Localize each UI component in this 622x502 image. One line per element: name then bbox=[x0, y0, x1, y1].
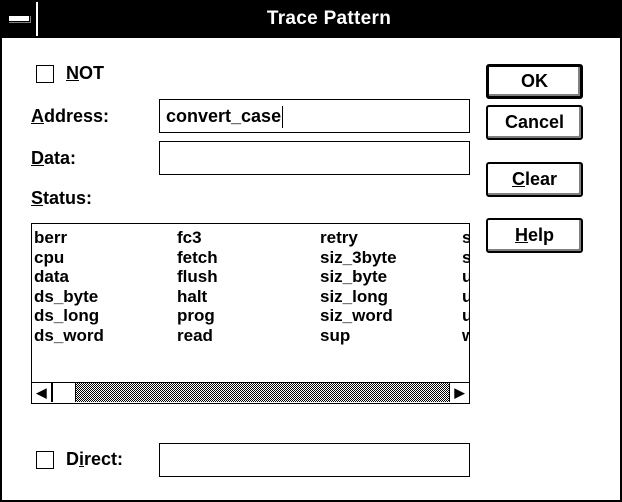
scroll-left-arrow-icon[interactable]: ◀ bbox=[32, 383, 52, 402]
list-item[interactable]: prog bbox=[177, 306, 218, 326]
list-item[interactable]: data bbox=[34, 267, 104, 287]
direct-label: Direct: bbox=[66, 449, 124, 469]
list-item[interactable]: u bbox=[462, 267, 469, 287]
list-item[interactable]: berr bbox=[34, 228, 104, 248]
not-checkbox[interactable] bbox=[36, 65, 54, 83]
list-item[interactable]: ds_word bbox=[34, 326, 104, 346]
list-item[interactable]: fc3 bbox=[177, 228, 218, 248]
data-input[interactable] bbox=[159, 141, 470, 175]
list-item[interactable]: cpu bbox=[34, 248, 104, 268]
list-item[interactable]: w bbox=[462, 326, 469, 346]
list-item[interactable]: sup bbox=[320, 326, 397, 346]
address-input[interactable]: convert_case bbox=[159, 99, 470, 133]
list-item[interactable]: fetch bbox=[177, 248, 218, 268]
list-item[interactable]: read bbox=[177, 326, 218, 346]
horizontal-scrollbar[interactable]: ◀ ▶ bbox=[32, 382, 469, 403]
list-item[interactable]: siz_long bbox=[320, 287, 397, 307]
ok-button[interactable]: OK bbox=[486, 64, 583, 99]
help-button[interactable]: Help bbox=[486, 218, 583, 253]
cancel-button[interactable]: Cancel bbox=[486, 105, 583, 140]
status-column-3: retry siz_3byte siz_byte siz_long siz_wo… bbox=[320, 228, 397, 345]
status-column-4: s s u u u w bbox=[462, 228, 469, 345]
list-item[interactable]: retry bbox=[320, 228, 397, 248]
list-item[interactable]: s bbox=[462, 228, 469, 248]
scroll-right-arrow-icon[interactable]: ▶ bbox=[449, 383, 469, 402]
window-title: Trace Pattern bbox=[266, 8, 392, 29]
list-item[interactable]: u bbox=[462, 306, 469, 326]
status-list-columns: berr cpu data ds_byte ds_long ds_word fc… bbox=[32, 228, 469, 368]
list-item[interactable]: ds_long bbox=[34, 306, 104, 326]
status-column-2: fc3 fetch flush halt prog read bbox=[177, 228, 218, 345]
list-item[interactable]: siz_word bbox=[320, 306, 397, 326]
text-caret bbox=[282, 106, 284, 129]
system-menu-icon bbox=[8, 15, 30, 22]
status-label: Status: bbox=[31, 188, 93, 208]
list-item[interactable]: siz_3byte bbox=[320, 248, 397, 268]
address-label: Address: bbox=[31, 106, 110, 126]
title-bar: Trace Pattern bbox=[2, 2, 620, 38]
not-label: NOT bbox=[66, 63, 104, 83]
direct-input[interactable] bbox=[159, 443, 470, 477]
list-item[interactable]: ds_byte bbox=[34, 287, 104, 307]
data-label: Data: bbox=[31, 148, 77, 168]
list-item[interactable]: siz_byte bbox=[320, 267, 397, 287]
status-column-1: berr cpu data ds_byte ds_long ds_word bbox=[34, 228, 104, 345]
scrollbar-track[interactable] bbox=[52, 383, 449, 402]
list-item[interactable]: flush bbox=[177, 267, 218, 287]
list-item[interactable]: u bbox=[462, 287, 469, 307]
scrollbar-thumb[interactable] bbox=[52, 383, 76, 402]
direct-checkbox[interactable] bbox=[36, 451, 54, 469]
status-listbox[interactable]: berr cpu data ds_byte ds_long ds_word fc… bbox=[31, 223, 470, 404]
clear-button[interactable]: Clear bbox=[486, 162, 583, 197]
system-menu-button[interactable] bbox=[2, 2, 38, 36]
list-item[interactable]: s bbox=[462, 248, 469, 268]
list-item[interactable]: halt bbox=[177, 287, 218, 307]
trace-pattern-dialog: Trace Pattern NOT Address: convert_case … bbox=[0, 0, 622, 502]
